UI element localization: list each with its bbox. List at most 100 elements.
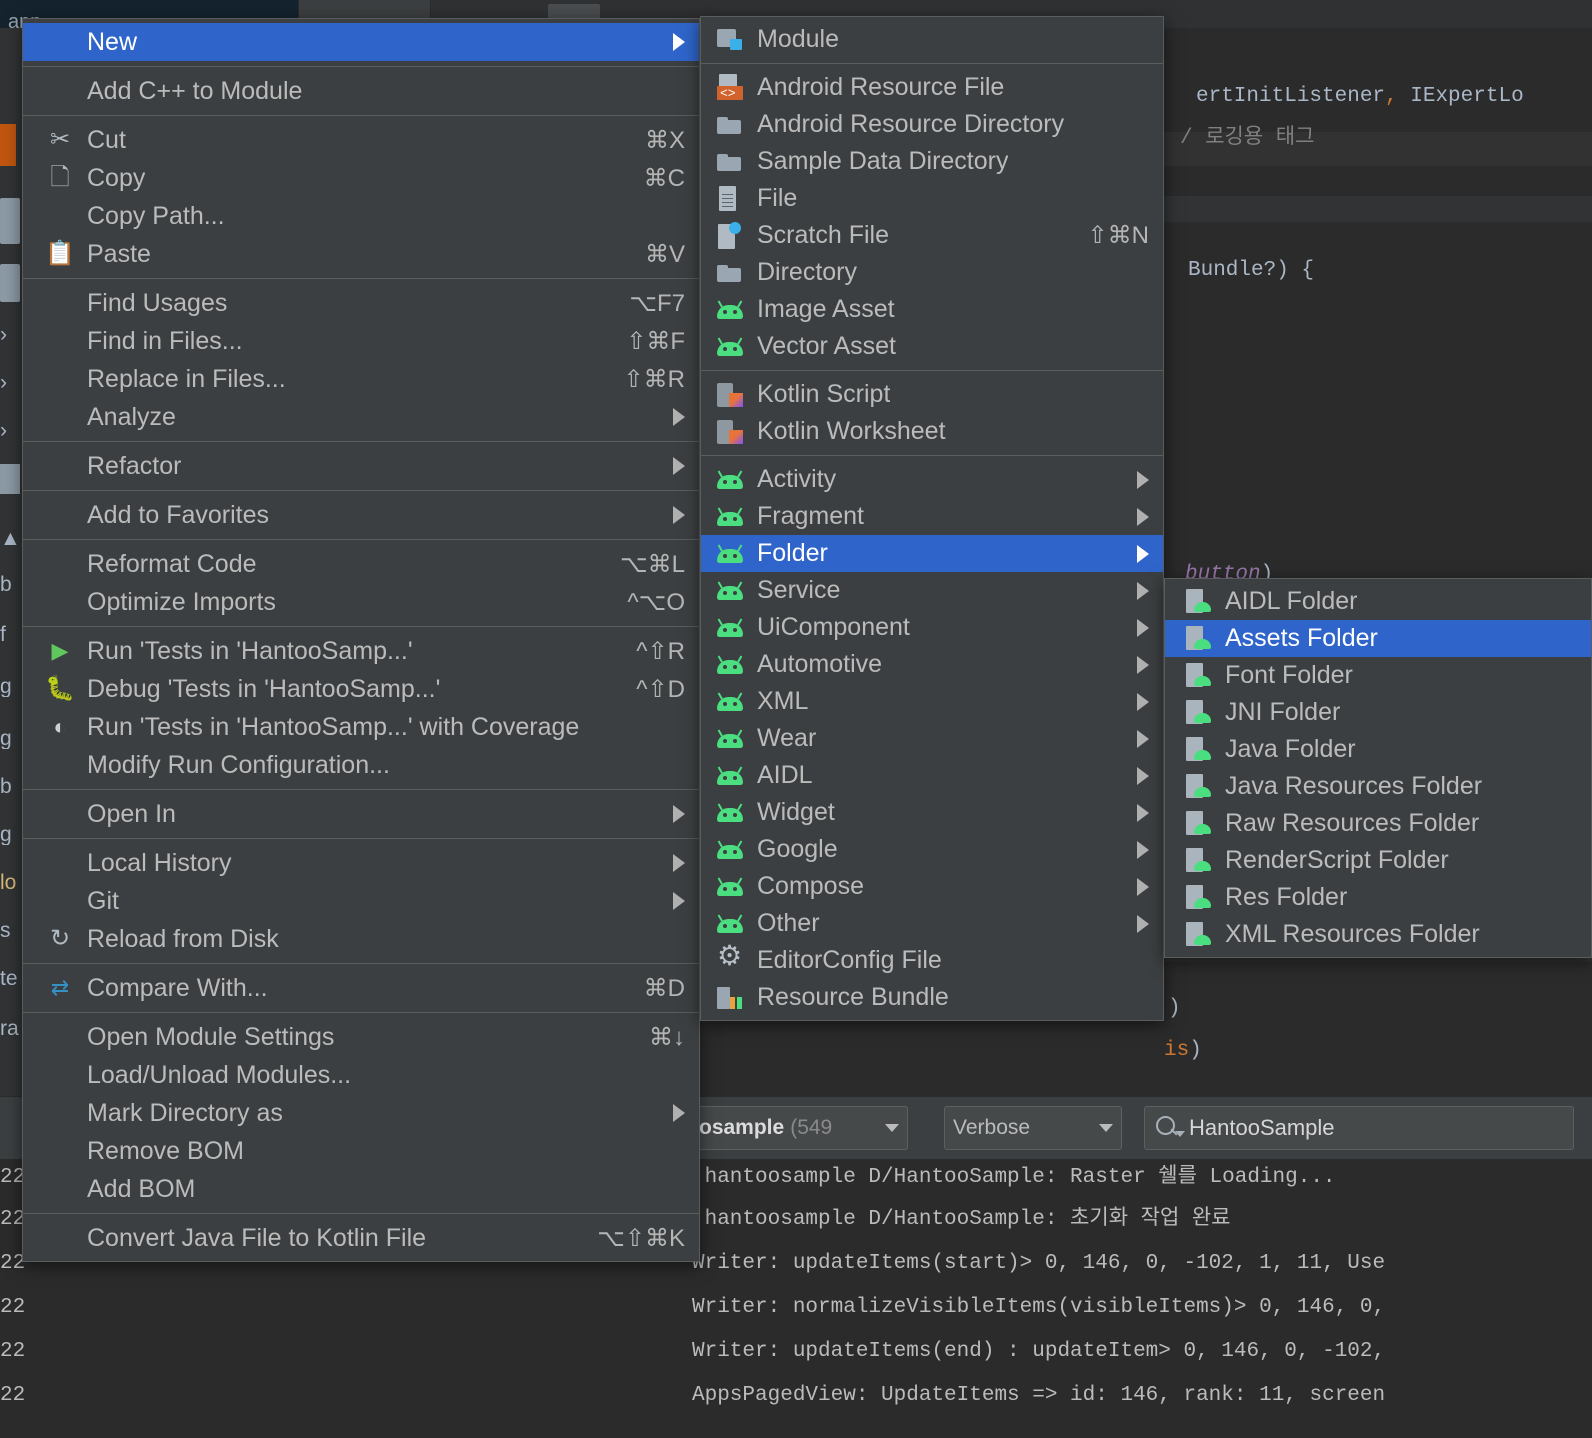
- menu-item-kotlin-worksheet[interactable]: Kotlin Worksheet: [701, 413, 1163, 450]
- menu-item-assets-folder[interactable]: Assets Folder: [1165, 620, 1591, 657]
- menu-item-resource-bundle[interactable]: Resource Bundle: [701, 979, 1163, 1016]
- menu-item-compose[interactable]: Compose: [701, 868, 1163, 905]
- menu-item-module[interactable]: Module: [701, 21, 1163, 58]
- menu-item-renderscript-folder[interactable]: RenderScript Folder: [1165, 842, 1591, 879]
- menu-item-compare-with[interactable]: ⇄ Compare With... ⌘D: [23, 969, 699, 1007]
- menu-item-aidl[interactable]: AIDL: [701, 757, 1163, 794]
- menu-separator: [23, 1012, 699, 1013]
- menu-item-label: AIDL Folder: [1225, 587, 1358, 615]
- menu-item-android-resource-directory[interactable]: Android Resource Directory: [701, 106, 1163, 143]
- menu-item-aidl-folder[interactable]: AIDL Folder: [1165, 583, 1591, 620]
- android-icon: [717, 688, 753, 716]
- menu-item-cut[interactable]: ✂ Cut ⌘X: [23, 121, 699, 159]
- android-icon: [717, 577, 753, 605]
- context-menu[interactable]: New Add C++ to Module ✂ Cut ⌘X 🗋 Copy ⌘C Copy Pa…: [22, 18, 700, 1262]
- menu-item-res-folder[interactable]: Res Folder: [1165, 879, 1591, 916]
- menu-item-convert-java-file-to-kotlin-file[interactable]: Convert Java File to Kotlin File ⌥⇧⌘K: [23, 1219, 699, 1257]
- menu-item-copy[interactable]: 🗋 Copy ⌘C: [23, 159, 699, 197]
- cut-icon: ✂: [49, 126, 71, 153]
- menu-item-local-history[interactable]: Local History: [23, 844, 699, 882]
- menu-item-folder[interactable]: Folder: [701, 535, 1163, 572]
- menu-item-xml[interactable]: XML: [701, 683, 1163, 720]
- menu-item-google[interactable]: Google: [701, 831, 1163, 868]
- menu-item-label: Image Asset: [757, 295, 895, 323]
- menu-item-refactor[interactable]: Refactor: [23, 447, 699, 485]
- menu-item-widget[interactable]: Widget: [701, 794, 1163, 831]
- menu-item-run-tests-in-hantoosamp[interactable]: ▶ Run 'Tests in 'HantooSamp...' ^⇧R: [23, 632, 699, 670]
- menu-item-mark-directory-as[interactable]: Mark Directory as: [23, 1094, 699, 1132]
- folder-submenu[interactable]: AIDL Folder Assets Folder Font Folder JNI F…: [1164, 578, 1592, 958]
- logcat-line: .hantoosample D/HantooSample: Raster 쉘를 …: [692, 1166, 1336, 1189]
- menu-item-jni-folder[interactable]: JNI Folder: [1165, 694, 1591, 731]
- menu-item-label: Res Folder: [1225, 883, 1348, 911]
- menu-item-java-folder[interactable]: Java Folder: [1165, 731, 1591, 768]
- menu-item-vector-asset[interactable]: Vector Asset: [701, 328, 1163, 365]
- menu-item-analyze[interactable]: Analyze: [23, 398, 699, 436]
- menu-item-replace-in-files[interactable]: Replace in Files... ⇧⌘R: [23, 360, 699, 398]
- menu-separator: [23, 1213, 699, 1214]
- menu-item-activity[interactable]: Activity: [701, 461, 1163, 498]
- android-icon: [717, 296, 753, 324]
- menu-item-paste[interactable]: 📋 Paste ⌘V: [23, 235, 699, 273]
- menu-item-copy-path[interactable]: Copy Path...: [23, 197, 699, 235]
- submenu-arrow-icon: [1137, 877, 1149, 896]
- logcat-line-number: 22: [0, 1384, 26, 1407]
- menu-item-label: Android Resource Directory: [757, 110, 1065, 138]
- menu-item-debug-tests-in-hantoosamp[interactable]: 🐛 Debug 'Tests in 'HantooSamp...' ^⇧D: [23, 670, 699, 708]
- menu-item-run-tests-in-hantoosamp-with-coverage[interactable]: ◐ Run 'Tests in 'HantooSamp...' with Cove…: [23, 708, 699, 746]
- logcat-level-dropdown[interactable]: Verbose: [944, 1106, 1122, 1150]
- menu-item-sample-data-directory[interactable]: Sample Data Directory: [701, 143, 1163, 180]
- menu-item-label: Automotive: [757, 650, 883, 678]
- menu-item-wear[interactable]: Wear: [701, 720, 1163, 757]
- code-highlight: [1163, 196, 1592, 222]
- menu-item-load-unload-modules[interactable]: Load/Unload Modules...: [23, 1056, 699, 1094]
- menu-item-reload-from-disk[interactable]: ↻ Reload from Disk: [23, 920, 699, 958]
- menu-item-reformat-code[interactable]: Reformat Code ⌥⌘L: [23, 545, 699, 583]
- menu-item-other[interactable]: Other: [701, 905, 1163, 942]
- menu-item-add-to-favorites[interactable]: Add to Favorites: [23, 496, 699, 534]
- menu-item-label: Open Module Settings: [87, 1022, 335, 1051]
- menu-item-xml-resources-folder[interactable]: XML Resources Folder: [1165, 916, 1591, 953]
- menu-item-remove-bom[interactable]: Remove BOM: [23, 1132, 699, 1170]
- menu-item-automotive[interactable]: Automotive: [701, 646, 1163, 683]
- menu-item-label: Copy: [87, 163, 146, 192]
- search-icon: [1155, 1115, 1185, 1141]
- menu-item-fragment[interactable]: Fragment: [701, 498, 1163, 535]
- menu-item-editorconfig-file[interactable]: EditorConfig File: [701, 942, 1163, 979]
- menu-item-label: Service: [757, 576, 841, 604]
- menu-item-label: Run 'Tests in 'HantooSamp...': [87, 636, 413, 665]
- menu-item-add-bom[interactable]: Add BOM: [23, 1170, 699, 1208]
- menu-item-java-resources-folder[interactable]: Java Resources Folder: [1165, 768, 1591, 805]
- no-icon: [47, 452, 83, 480]
- menu-item-shortcut: ^⇧R: [636, 637, 685, 665]
- menu-item-directory[interactable]: Directory: [701, 254, 1163, 291]
- menu-item-add-c-to-module[interactable]: Add C++ to Module: [23, 72, 699, 110]
- code-token: ,: [1385, 85, 1411, 108]
- logcat-search-field[interactable]: HantooSample: [1144, 1106, 1574, 1150]
- logcat-device-dropdown[interactable]: osample (549: [690, 1106, 908, 1150]
- menu-item-optimize-imports[interactable]: Optimize Imports ^⌥O: [23, 583, 699, 621]
- menu-item-kotlin-script[interactable]: Kotlin Script: [701, 376, 1163, 413]
- menu-item-open-in[interactable]: Open In: [23, 795, 699, 833]
- menu-item-label: Replace in Files...: [87, 364, 286, 393]
- menu-item-shortcut: ⌥F7: [629, 289, 685, 317]
- submenu-arrow-icon: [1137, 544, 1149, 563]
- menu-item-find-in-files[interactable]: Find in Files... ⇧⌘F: [23, 322, 699, 360]
- menu-item-label: Find Usages: [87, 288, 228, 317]
- menu-item-find-usages[interactable]: Find Usages ⌥F7: [23, 284, 699, 322]
- menu-item-new[interactable]: New: [23, 23, 699, 61]
- menu-item-label: Remove BOM: [87, 1136, 244, 1165]
- menu-item-image-asset[interactable]: Image Asset: [701, 291, 1163, 328]
- menu-item-git[interactable]: Git: [23, 882, 699, 920]
- menu-item-scratch-file[interactable]: Scratch File ⇧⌘N: [701, 217, 1163, 254]
- menu-item-file[interactable]: File: [701, 180, 1163, 217]
- menu-item-font-folder[interactable]: Font Folder: [1165, 657, 1591, 694]
- logcat-line: Writer: updateItems(end) : updateItem> 0…: [692, 1340, 1386, 1363]
- menu-item-modify-run-configuration[interactable]: Modify Run Configuration...: [23, 746, 699, 784]
- new-submenu[interactable]: Module <> Android Resource File Android Res…: [700, 16, 1164, 1021]
- menu-item-raw-resources-folder[interactable]: Raw Resources Folder: [1165, 805, 1591, 842]
- menu-item-android-resource-file[interactable]: <> Android Resource File: [701, 69, 1163, 106]
- menu-item-service[interactable]: Service: [701, 572, 1163, 609]
- menu-item-uicomponent[interactable]: UiComponent: [701, 609, 1163, 646]
- menu-item-open-module-settings[interactable]: Open Module Settings ⌘↓: [23, 1018, 699, 1056]
